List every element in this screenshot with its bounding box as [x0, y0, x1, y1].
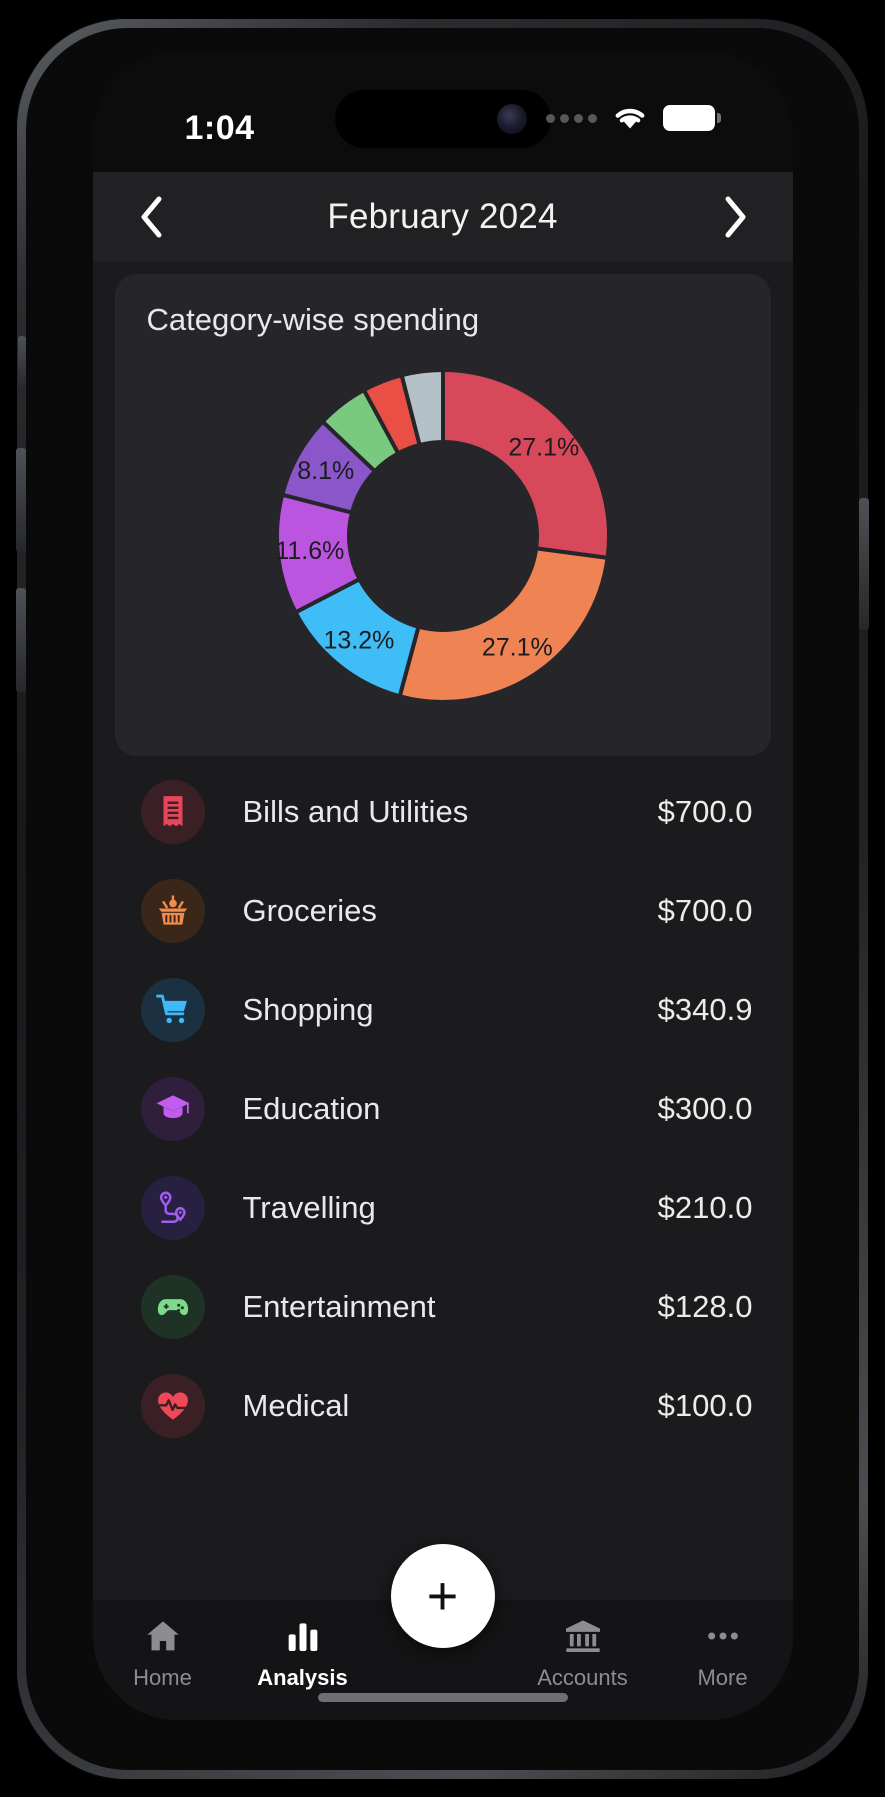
donut-slice-label: 27.1%: [508, 434, 579, 462]
front-camera-icon: [496, 104, 527, 134]
phone-bezel: 1:04 February 2024 Category-wise spendin…: [26, 28, 859, 1770]
category-name: Shopping: [242, 991, 374, 1027]
tab-home[interactable]: Home: [93, 1616, 233, 1691]
category-row[interactable]: Shopping $340.9: [93, 960, 793, 1059]
donut-slice[interactable]: [396, 546, 610, 704]
volume-up-button[interactable]: [16, 448, 26, 552]
category-icon-badge: [140, 1175, 205, 1240]
category-icon-badge: [140, 1274, 205, 1339]
category-row[interactable]: Medical $100.0: [93, 1356, 793, 1455]
power-button[interactable]: [859, 498, 869, 630]
home-indicator[interactable]: [317, 1693, 568, 1702]
tab-label: Home: [133, 1665, 192, 1690]
volume-down-button[interactable]: [16, 588, 26, 692]
card-title: Category-wise spending: [146, 302, 480, 337]
dynamic-island: [334, 90, 551, 148]
category-icon-badge: [140, 1076, 205, 1141]
category-name: Groceries: [242, 892, 377, 928]
plus-icon: +: [426, 1566, 459, 1626]
mute-switch[interactable]: [18, 336, 26, 390]
graduation-cap-icon: [156, 1094, 189, 1118]
status-indicators: [545, 104, 721, 132]
tab-label: Accounts: [537, 1665, 628, 1690]
home-icon: [146, 1621, 179, 1651]
category-amount: $100.0: [657, 1387, 753, 1423]
category-row[interactable]: Travelling $210.0: [93, 1158, 793, 1257]
bank-icon: [565, 1620, 600, 1652]
category-amount: $128.0: [657, 1288, 753, 1324]
category-icon-badge: [140, 1373, 205, 1438]
heart-pulse-icon: [157, 1391, 188, 1420]
category-amount: $700.0: [657, 892, 753, 928]
month-navigation-bar: February 2024: [92, 172, 793, 262]
category-icon-badge: [140, 977, 205, 1042]
donut-slice-label: 11.6%: [275, 537, 344, 565]
signal-dots-icon: [545, 113, 597, 123]
battery-full-icon: [662, 105, 721, 131]
category-icon-badge: [140, 878, 205, 943]
tab-label: Analysis: [257, 1665, 348, 1690]
donut-slice-label: 13.2%: [323, 626, 394, 654]
category-row[interactable]: Education $300.0: [93, 1059, 793, 1158]
analysis-content: Category-wise spending 27.1% 27.1% 13.2% 11…: [92, 262, 793, 1720]
receipt-icon: [163, 795, 182, 826]
screenshot-root: 1:04 February 2024 Category-wise spendin…: [0, 0, 885, 1797]
tab-accounts[interactable]: Accounts: [513, 1616, 653, 1691]
status-bar: 1:04: [92, 52, 793, 172]
phone-frame: 1:04 February 2024 Category-wise spendin…: [16, 18, 869, 1780]
bar-chart-icon: [288, 1623, 317, 1651]
category-amount: $300.0: [657, 1090, 753, 1126]
more-dots-icon: [707, 1632, 738, 1640]
category-name: Education: [242, 1090, 381, 1126]
category-name: Medical: [242, 1387, 350, 1423]
route-pin-icon: [159, 1191, 186, 1223]
gamepad-icon: [157, 1298, 188, 1315]
category-row[interactable]: Bills and Utilities $700.0: [93, 762, 793, 861]
category-name: Bills and Utilities: [242, 793, 469, 829]
donut-chart[interactable]: 27.1% 27.1% 13.2% 11.6% 8.1%: [115, 366, 771, 736]
page-title: February 2024: [327, 197, 558, 236]
previous-month-button[interactable]: [123, 189, 179, 245]
basket-icon: [158, 894, 187, 925]
status-time: 1:04: [184, 109, 255, 147]
category-amount: $210.0: [657, 1189, 753, 1225]
donut-slice-label: 27.1%: [481, 634, 552, 662]
category-name: Travelling: [242, 1189, 376, 1225]
tab-more[interactable]: More: [653, 1616, 793, 1691]
donut-slice[interactable]: [440, 367, 611, 561]
category-name: Entertainment: [242, 1288, 436, 1324]
tab-label: More: [697, 1665, 748, 1690]
category-amount: $340.9: [657, 991, 753, 1027]
donut-slice-label: 8.1%: [297, 457, 354, 485]
tab-analysis[interactable]: Analysis: [233, 1616, 373, 1691]
category-row[interactable]: Groceries $700.0: [93, 861, 793, 960]
add-transaction-button[interactable]: +: [390, 1544, 495, 1648]
category-spending-card: Category-wise spending 27.1% 27.1% 13.2% 11…: [114, 274, 771, 756]
category-icon-badge: [140, 779, 205, 844]
wifi-icon: [611, 104, 649, 132]
next-month-button[interactable]: [707, 189, 763, 245]
category-amount: $700.0: [657, 793, 753, 829]
phone-screen: 1:04 February 2024 Category-wise spendin…: [92, 52, 793, 1720]
donut-chart-svg[interactable]: 27.1% 27.1% 13.2% 11.6% 8.1%: [273, 366, 613, 706]
shopping-cart-icon: [155, 994, 187, 1023]
category-row[interactable]: Entertainment $128.0: [93, 1257, 793, 1356]
